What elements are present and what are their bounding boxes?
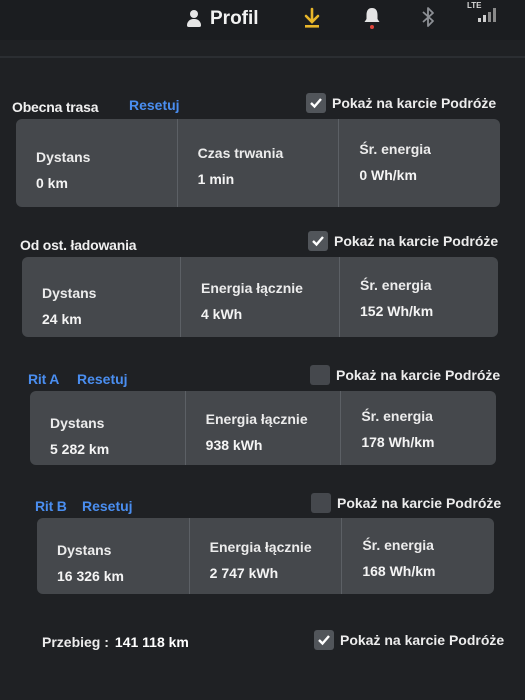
checkmark-icon (318, 635, 330, 646)
current-trip-reset-button[interactable]: Resetuj (129, 97, 180, 113)
trip-b-checkbox[interactable] (311, 493, 331, 513)
trip-b-avg-energy-value: 168 Wh/km (362, 563, 436, 579)
since-charge-avg-energy-value: 152 Wh/km (360, 303, 434, 319)
checkmark-icon (310, 98, 322, 109)
current-trip-duration-label: Czas trwania (197, 145, 284, 161)
odometer: Przebieg : 141 118 km (42, 634, 189, 650)
since-charge-distance-value: 24 km (42, 311, 82, 327)
trip-a-show-label: Pokaż na karcie Podróże (336, 367, 501, 383)
trip-a-avg-energy-label: Śr. energia (361, 408, 433, 424)
since-charge-avg-energy-label: Śr. energia (360, 277, 432, 293)
since-charge-show-toggle[interactable]: Pokaż na karcie Podróże (308, 231, 498, 251)
trip-b-show-label: Pokaż na karcie Podróże (337, 495, 502, 511)
trip-a-show-toggle[interactable]: Pokaż na karcie Podróże (310, 365, 500, 385)
odometer-show-label: Pokaż na karcie Podróże (340, 632, 505, 648)
current-trip-duration-value: 1 min (197, 171, 235, 187)
current-trip-distance-value: 0 km (36, 175, 68, 191)
trip-a-total-energy-label: Energia łącznie (205, 411, 308, 427)
trip-a-checkbox[interactable] (310, 365, 330, 385)
trip-b-distance-label: Dystans (57, 542, 112, 558)
trip-a-reset-button[interactable]: Resetuj (77, 371, 128, 387)
current-trip-show-toggle[interactable]: Pokaż na karcie Podróże (306, 93, 496, 113)
trip-b-title: Rit B (35, 498, 67, 514)
since-charge-show-label: Pokaż na karcie Podróże (334, 233, 499, 249)
bell-icon[interactable] (362, 6, 382, 30)
trip-a-avg-energy-value: 178 Wh/km (361, 434, 435, 450)
odometer-show-toggle[interactable]: Pokaż na karcie Podróże (314, 630, 504, 650)
current-trip-avg-energy-label: Śr. energia (359, 141, 431, 157)
trip-b-card: Dystans 16 326 km Energia łącznie 2 747 … (37, 518, 494, 594)
current-trip-card: Dystans 0 km Czas trwania 1 min Śr. ener… (16, 119, 500, 207)
trip-a-distance-cell: Dystans 5 282 km (30, 391, 185, 465)
since-charge-distance-label: Dystans (42, 285, 97, 301)
trip-b-distance-cell: Dystans 16 326 km (37, 518, 189, 594)
person-icon (186, 10, 202, 28)
current-trip-avg-energy-cell: Śr. energia 0 Wh/km (338, 119, 500, 207)
since-charge-avg-energy-cell: Śr. energia 152 Wh/km (339, 257, 498, 337)
trip-b-reset-button[interactable]: Resetuj (82, 498, 133, 514)
since-charge-total-energy-value: 4 kWh (201, 306, 243, 322)
current-trip-show-label: Pokaż na karcie Podróże (332, 95, 497, 111)
profile-button[interactable]: Profil (186, 6, 259, 32)
bluetooth-icon[interactable] (420, 5, 436, 29)
current-trip-duration-cell: Czas trwania 1 min (176, 119, 339, 207)
since-charge-total-energy-cell: Energia łącznie 4 kWh (180, 257, 339, 337)
current-trip-distance-cell: Dystans 0 km (16, 119, 177, 207)
trip-b-total-energy-cell: Energia łącznie 2 747 kWh (188, 518, 342, 594)
trip-b-show-toggle[interactable]: Pokaż na karcie Podróże (311, 493, 501, 513)
header-divider (0, 56, 525, 58)
trip-a-total-energy-cell: Energia łącznie 938 kWh (184, 391, 341, 465)
trip-a-distance-value: 5 282 km (50, 441, 110, 457)
trip-b-distance-value: 16 326 km (57, 568, 124, 584)
trip-b-total-energy-label: Energia łącznie (209, 539, 312, 555)
odometer-value: 141 118 km (114, 634, 189, 650)
trip-a-distance-label: Dystans (50, 415, 105, 431)
since-charge-title: Od ost. ładowania (20, 237, 137, 253)
trip-a-avg-energy-cell: Śr. energia 178 Wh/km (340, 391, 496, 465)
trip-a-title: Rit A (28, 371, 60, 387)
since-charge-checkbox[interactable] (308, 231, 328, 251)
since-charge-card: Dystans 24 km Energia łącznie 4 kWh Śr. … (22, 257, 498, 337)
trip-a-card: Dystans 5 282 km Energia łącznie 938 kWh… (30, 391, 496, 465)
current-trip-avg-energy-value: 0 Wh/km (359, 167, 417, 183)
signal-icon (478, 8, 496, 22)
trip-b-avg-energy-label: Śr. energia (362, 537, 434, 553)
since-charge-total-energy-label: Energia łącznie (201, 280, 303, 296)
odometer-label: Przebieg : (42, 634, 109, 650)
status-bar: Profil LTE (0, 0, 525, 40)
since-charge-distance-cell: Dystans 24 km (22, 257, 180, 337)
profile-label: Profil (210, 8, 259, 29)
trip-b-avg-energy-cell: Śr. energia 168 Wh/km (341, 518, 494, 594)
current-trip-distance-label: Dystans (36, 149, 91, 165)
checkmark-icon (312, 236, 324, 247)
trip-b-total-energy-value: 2 747 kWh (209, 565, 279, 581)
download-icon[interactable] (302, 7, 322, 29)
current-trip-checkbox[interactable] (306, 93, 326, 113)
odometer-checkbox[interactable] (314, 630, 334, 650)
trip-a-total-energy-value: 938 kWh (205, 437, 263, 453)
current-trip-title: Obecna trasa (12, 99, 99, 115)
